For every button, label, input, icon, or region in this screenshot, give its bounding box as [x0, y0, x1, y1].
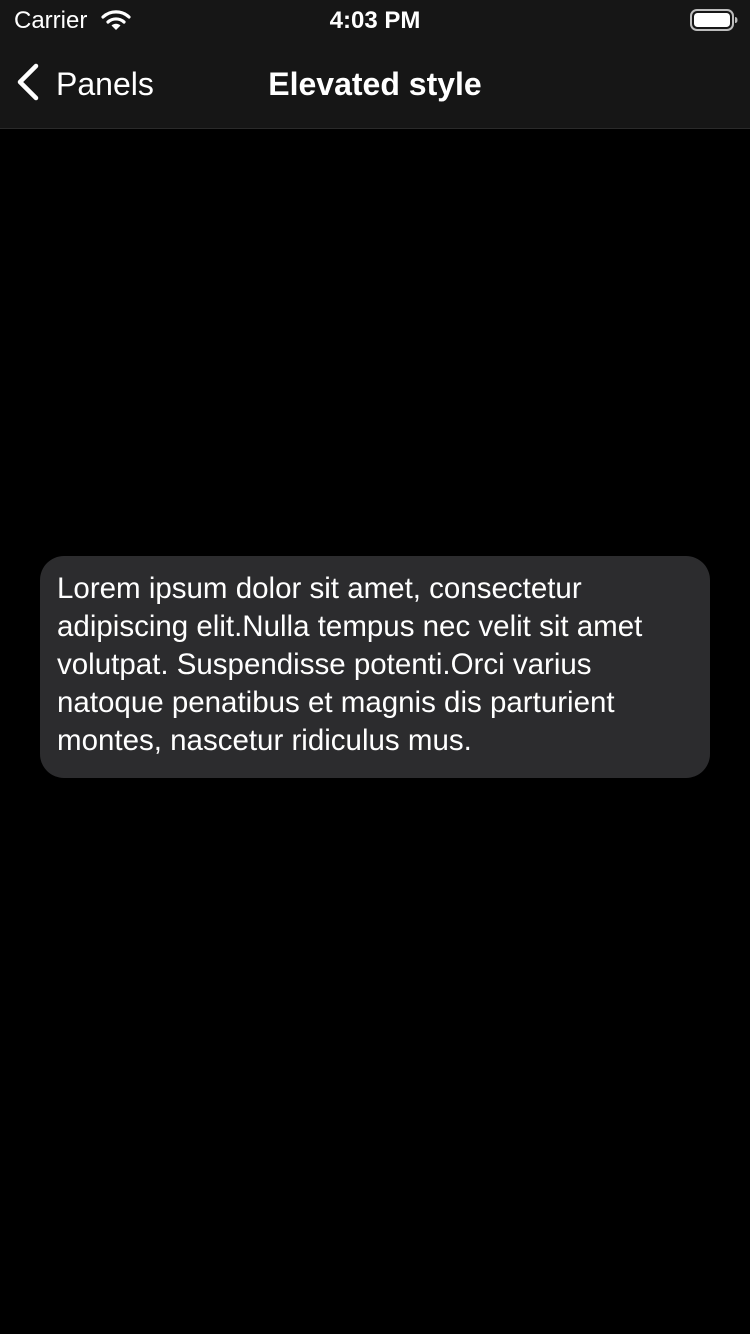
content-area: Lorem ipsum dolor sit amet, consectetur …	[0, 129, 750, 1334]
battery-icon	[690, 9, 738, 31]
panel-text: Lorem ipsum dolor sit amet, consectetur …	[57, 572, 643, 757]
status-bar: Carrier 4:03 PM	[0, 0, 750, 40]
elevated-panel: Lorem ipsum dolor sit amet, consectetur …	[40, 556, 710, 778]
clock: 4:03 PM	[329, 7, 421, 34]
page-title: Elevated style	[268, 66, 482, 102]
navigation-bar: Panels Elevated style	[0, 40, 750, 129]
